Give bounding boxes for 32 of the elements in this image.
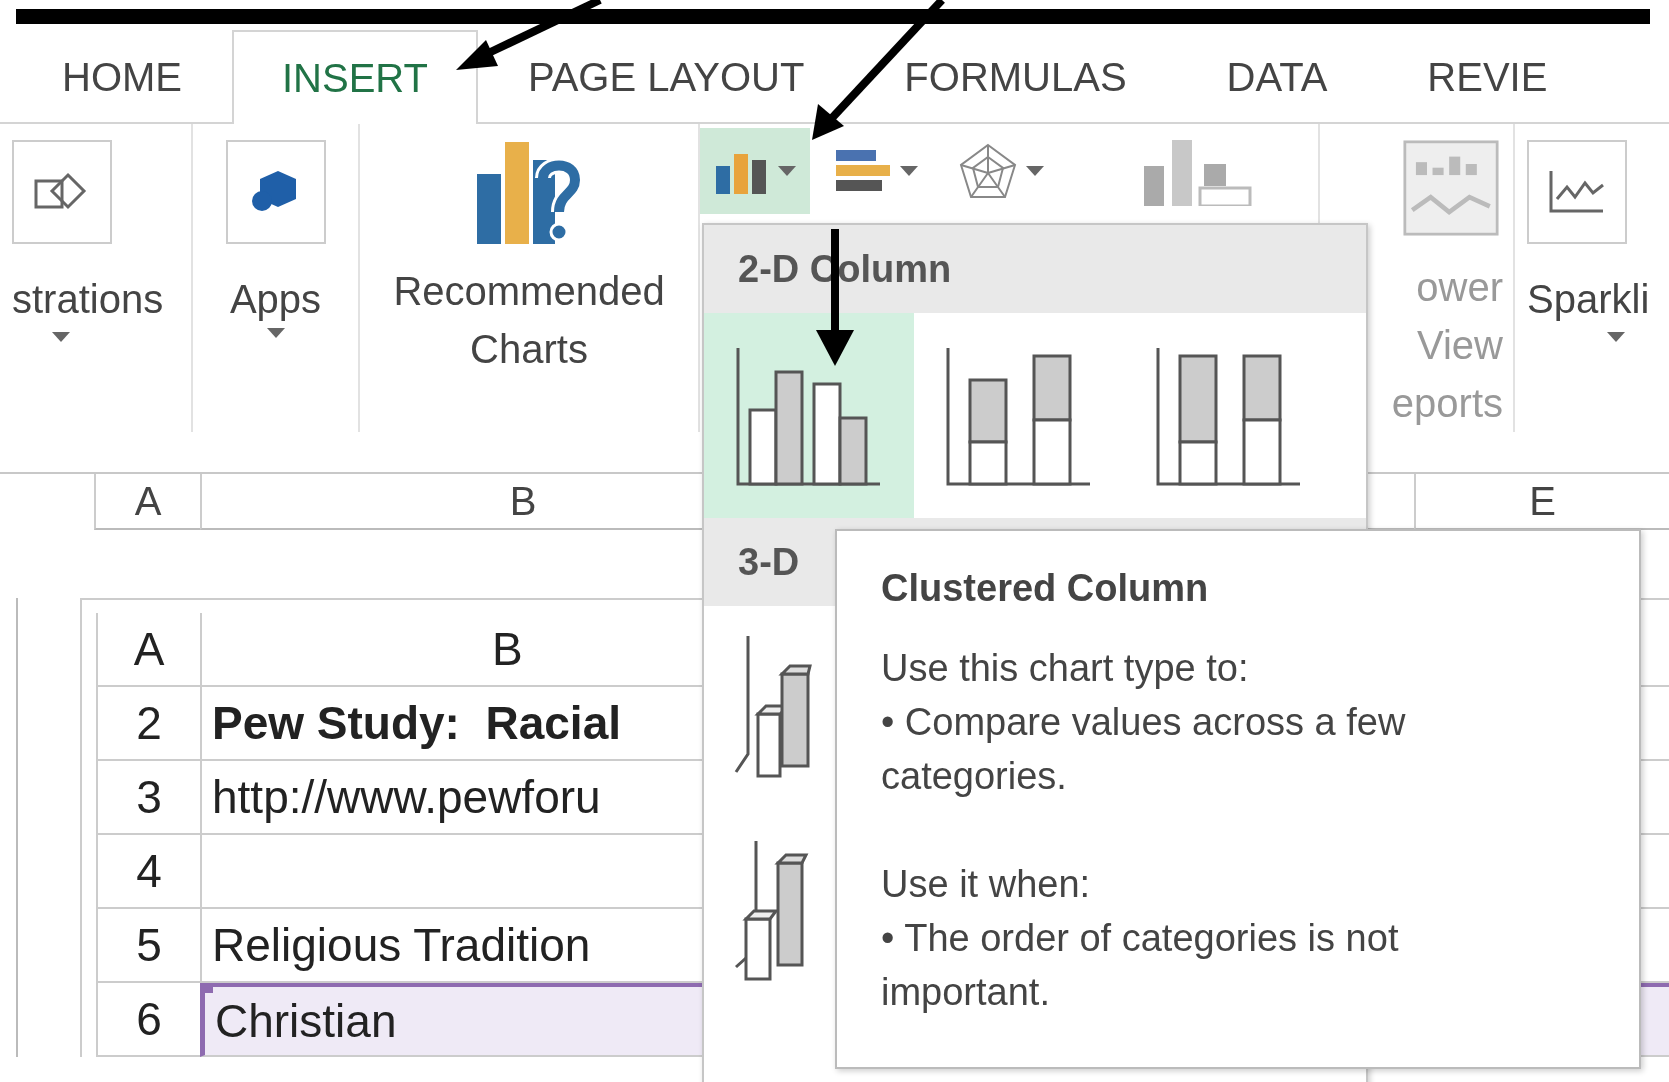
sparklines-label[interactable]: Sparkli	[1527, 270, 1650, 328]
chart-type-option[interactable]	[704, 313, 914, 518]
cubes-icon[interactable]	[225, 140, 326, 244]
column-header: A	[96, 613, 200, 687]
caret-icon	[778, 166, 796, 176]
caret-icon	[52, 332, 70, 342]
apps-button[interactable]: Apps	[229, 270, 322, 328]
sparkline-icon[interactable]	[1527, 140, 1627, 244]
ribbon-tab[interactable]: DATA	[1176, 30, 1378, 122]
row-number: 5	[96, 909, 200, 983]
row-number: 2	[96, 687, 200, 761]
tooltip-text: • Compare values across a few	[881, 700, 1407, 745]
bar-chart-icon	[836, 148, 892, 194]
caret-icon	[266, 328, 285, 338]
caret-icon	[1026, 166, 1044, 176]
radar-chart-icon	[958, 143, 1018, 199]
column-chart-button[interactable]	[700, 128, 810, 214]
ribbon-tab[interactable]: PAGE LAYOUT	[477, 30, 855, 122]
ribbon-tab[interactable]: HOME	[12, 30, 232, 122]
column-header: A	[94, 474, 200, 530]
caret-icon	[1607, 332, 1625, 342]
ribbon-tab[interactable]: INSERT	[232, 30, 478, 124]
shapes-icon[interactable]	[12, 140, 112, 244]
ribbon-tab[interactable]: REVIE	[1377, 30, 1598, 122]
row-number: 3	[96, 761, 200, 835]
tooltip-text: • The order of categories is not	[881, 916, 1400, 961]
recommended-charts-button[interactable]: Recommended Charts	[393, 262, 665, 378]
row-number: 4	[96, 835, 200, 909]
ribbon-tab[interactable]: FORMULAS	[854, 30, 1177, 122]
caret-icon	[900, 166, 918, 176]
tooltip-text: Use it when:	[881, 862, 1092, 907]
illustrations-label[interactable]: strations	[12, 270, 164, 328]
